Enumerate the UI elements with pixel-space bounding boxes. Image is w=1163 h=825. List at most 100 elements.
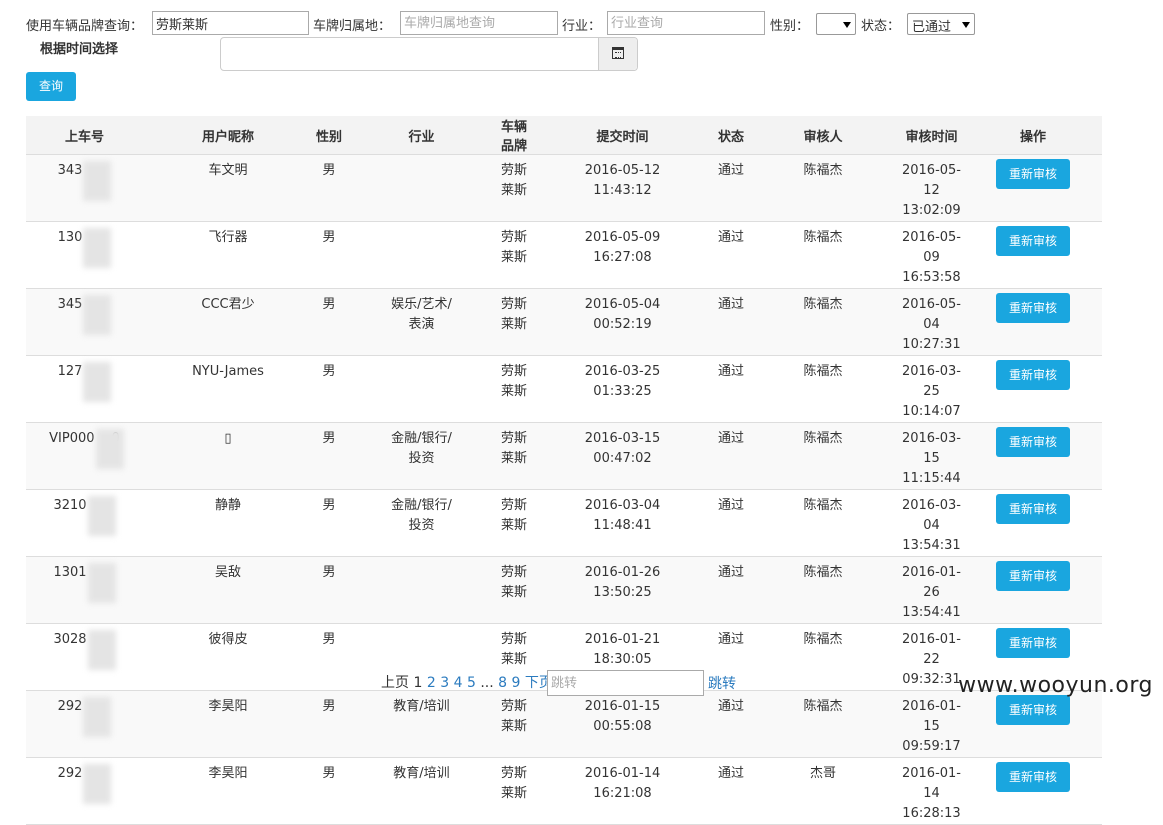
re-review-button[interactable]: 重新审核 bbox=[996, 494, 1070, 524]
cell-status: 通过 bbox=[715, 154, 747, 222]
header-submit-time: 提交时间 bbox=[530, 116, 715, 155]
redaction-blur bbox=[83, 764, 112, 804]
table-row: 1301 吴敌男劳斯莱斯 2016-01-26 13:50:25 通过 陈福杰 2016-0… bbox=[26, 556, 1102, 624]
page-link[interactable]: 5 bbox=[467, 675, 476, 691]
industry-line: 投资 bbox=[408, 518, 435, 533]
industry-input[interactable] bbox=[607, 11, 765, 35]
submit-clock: 18:30:05 bbox=[593, 652, 652, 667]
cell-review-time: 2016-01-14 16:28:13 bbox=[899, 757, 964, 825]
status-select[interactable]: 已通过 bbox=[907, 13, 975, 35]
cell-status: 通过 bbox=[715, 221, 747, 289]
cell-nickname: 彼得皮 bbox=[143, 623, 313, 691]
review-clock: 09:59:17 bbox=[902, 739, 961, 754]
jump-link[interactable]: 跳转 bbox=[708, 673, 736, 693]
redaction-blur bbox=[83, 161, 112, 201]
re-review-button[interactable]: 重新审核 bbox=[996, 226, 1070, 256]
re-review-button[interactable]: 重新审核 bbox=[996, 159, 1070, 189]
industry-line: 教育/培训 bbox=[393, 766, 450, 781]
cell-status: 通过 bbox=[715, 355, 747, 423]
cell-industry: 教育/培训 bbox=[345, 690, 498, 758]
prev-page[interactable]: 上页 bbox=[381, 675, 409, 691]
table-row: 345 CCC君少男娱乐/艺术/表演 劳斯莱斯 2016-05-04 00:52:19 通… bbox=[26, 288, 1102, 356]
car-no-text: 1301 bbox=[53, 565, 87, 580]
review-date: 2016-05-12 bbox=[901, 163, 961, 198]
car-no-text: 292 bbox=[57, 699, 83, 714]
cell-review-time: 2016-03-15 11:15:44 bbox=[899, 422, 964, 490]
submit-date: 2016-01-26 bbox=[584, 565, 661, 580]
table-row: 343 车文明男劳斯莱斯 2016-05-12 11:43:12 通过 陈福杰 2016-0… bbox=[26, 154, 1102, 222]
submit-date: 2016-05-04 bbox=[584, 297, 661, 312]
submit-date: 2016-03-15 bbox=[584, 431, 661, 446]
cell-gender: 男 bbox=[313, 623, 345, 691]
current-page: 1 bbox=[413, 675, 423, 691]
cell-action: 重新审核 bbox=[964, 221, 1102, 289]
chevron-down-icon bbox=[962, 22, 970, 28]
re-review-button[interactable]: 重新审核 bbox=[996, 561, 1070, 591]
cell-reviewer: 陈福杰 bbox=[747, 154, 899, 222]
table-row: 127 NYU-James 男 劳斯莱斯 2016-03-25 01:33:25 通过 陈福杰… bbox=[26, 355, 1102, 423]
page-link[interactable]: 3 bbox=[440, 675, 449, 691]
cell-industry: 金融/银行/投资 bbox=[345, 422, 498, 490]
cell-gender: 男 bbox=[313, 757, 345, 825]
cell-status: 通过 bbox=[715, 288, 747, 356]
page-link[interactable]: 9 bbox=[512, 675, 521, 691]
review-date: 2016-01-14 bbox=[901, 766, 961, 801]
cell-car-no: 292 bbox=[26, 757, 143, 825]
table-row: 292 李昊阳男教育/培训 劳斯莱斯 2016-01-15 00:55:08 通过 陈福杰 2… bbox=[26, 690, 1102, 758]
cell-car-no: 3210 bbox=[26, 489, 143, 557]
submit-clock: 01:33:25 bbox=[593, 384, 652, 399]
re-review-button[interactable]: 重新审核 bbox=[996, 293, 1070, 323]
redaction-blur bbox=[83, 697, 112, 737]
cell-reviewer: 陈福杰 bbox=[747, 221, 899, 289]
review-clock: 13:54:41 bbox=[902, 605, 961, 620]
brand-filter-label: 使用车辆品牌查询： bbox=[26, 19, 144, 34]
review-date: 2016-01-22 bbox=[901, 632, 961, 667]
re-review-button[interactable]: 重新审核 bbox=[996, 360, 1070, 390]
cell-brand: 劳斯莱斯 bbox=[498, 757, 530, 825]
cell-submit-time: 2016-03-25 01:33:25 bbox=[530, 355, 715, 423]
cell-car-no: 292 bbox=[26, 690, 143, 758]
calendar-button[interactable] bbox=[598, 38, 637, 70]
jump-page-input[interactable] bbox=[547, 670, 704, 696]
cell-nickname: 李昊阳 bbox=[143, 757, 313, 825]
cell-action: 重新审核 bbox=[964, 422, 1102, 490]
calendar-icon bbox=[612, 47, 624, 59]
re-review-button[interactable]: 重新审核 bbox=[996, 762, 1070, 792]
review-clock: 16:53:58 bbox=[902, 270, 961, 285]
cell-reviewer: 陈福杰 bbox=[747, 623, 899, 691]
cell-gender: 男 bbox=[313, 154, 345, 222]
cell-industry bbox=[345, 221, 498, 289]
header-status: 状态 bbox=[715, 116, 747, 155]
cell-gender: 男 bbox=[313, 355, 345, 423]
query-button[interactable]: 查询 bbox=[26, 72, 76, 101]
cell-action: 重新审核 bbox=[964, 154, 1102, 222]
cell-action: 重新审核 bbox=[964, 288, 1102, 356]
cell-brand: 劳斯莱斯 bbox=[498, 556, 530, 624]
re-review-button[interactable]: 重新审核 bbox=[996, 695, 1070, 725]
page-link[interactable]: 4 bbox=[454, 675, 463, 691]
cell-review-time: 2016-03-25 10:14:07 bbox=[899, 355, 964, 423]
cell-status: 通过 bbox=[715, 489, 747, 557]
review-date: 2016-03-04 bbox=[901, 498, 961, 533]
page-link[interactable]: 8 bbox=[498, 675, 507, 691]
cell-industry: 娱乐/艺术/表演 bbox=[345, 288, 498, 356]
cell-reviewer: 陈福杰 bbox=[747, 422, 899, 490]
cell-car-no: 130 bbox=[26, 221, 143, 289]
status-select-value: 已通过 bbox=[912, 20, 952, 35]
gender-select[interactable] bbox=[816, 13, 856, 35]
re-review-button[interactable]: 重新审核 bbox=[996, 427, 1070, 457]
table-row: 292 李昊阳男教育/培训 劳斯莱斯 2016-01-14 16:21:08 通过 杰哥 20… bbox=[26, 757, 1102, 825]
plate-input[interactable] bbox=[400, 11, 558, 35]
redaction-blur bbox=[87, 630, 116, 670]
cell-industry bbox=[345, 355, 498, 423]
cell-nickname: CCC君少 bbox=[143, 288, 313, 356]
brand-input[interactable] bbox=[152, 11, 309, 35]
page-link[interactable]: 2 bbox=[427, 675, 436, 691]
date-range-field[interactable] bbox=[220, 37, 638, 71]
cell-gender: 男 bbox=[313, 221, 345, 289]
redaction-blur bbox=[95, 429, 124, 469]
cell-gender: 男 bbox=[313, 556, 345, 624]
re-review-button[interactable]: 重新审核 bbox=[996, 628, 1070, 658]
submit-date: 2016-05-09 bbox=[584, 230, 661, 245]
submit-clock: 16:27:08 bbox=[593, 250, 652, 265]
